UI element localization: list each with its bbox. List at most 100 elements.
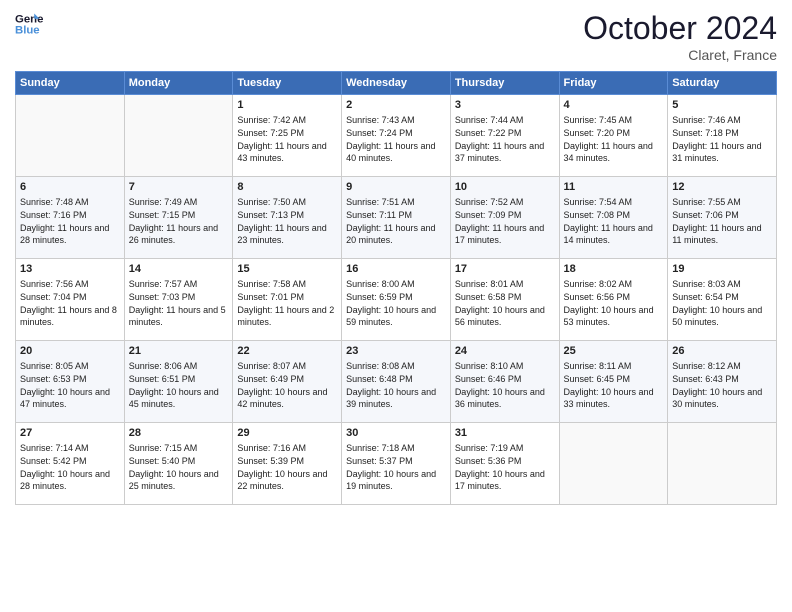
sunrise-text: Sunrise: 8:11 AM [564,361,632,371]
sunrise-text: Sunrise: 7:16 AM [237,443,306,453]
sunset-text: Sunset: 7:04 PM [20,292,87,302]
calendar-week-1: 1Sunrise: 7:42 AMSunset: 7:25 PMDaylight… [16,95,777,177]
day-number: 11 [564,180,664,195]
sunset-text: Sunset: 6:54 PM [672,292,739,302]
day-number: 1 [237,98,337,113]
calendar-cell: 26Sunrise: 8:12 AMSunset: 6:43 PMDayligh… [668,341,777,423]
calendar-week-5: 27Sunrise: 7:14 AMSunset: 5:42 PMDayligh… [16,423,777,505]
daylight-text: Daylight: 10 hours and 19 minutes. [346,469,436,492]
logo: General Blue [15,10,43,38]
daylight-text: Daylight: 10 hours and 33 minutes. [564,387,654,410]
calendar-cell: 12Sunrise: 7:55 AMSunset: 7:06 PMDayligh… [668,177,777,259]
calendar-cell: 21Sunrise: 8:06 AMSunset: 6:51 PMDayligh… [124,341,233,423]
calendar-cell: 18Sunrise: 8:02 AMSunset: 6:56 PMDayligh… [559,259,668,341]
sunset-text: Sunset: 7:08 PM [564,210,631,220]
sunrise-text: Sunrise: 7:14 AM [20,443,89,453]
calendar-cell [124,95,233,177]
calendar-cell: 4Sunrise: 7:45 AMSunset: 7:20 PMDaylight… [559,95,668,177]
day-number: 10 [455,180,555,195]
sunrise-text: Sunrise: 7:46 AM [672,115,741,125]
col-monday: Monday [124,72,233,95]
daylight-text: Daylight: 10 hours and 45 minutes. [129,387,219,410]
calendar-table: Sunday Monday Tuesday Wednesday Thursday… [15,71,777,505]
daylight-text: Daylight: 11 hours and 5 minutes. [129,305,226,328]
daylight-text: Daylight: 10 hours and 36 minutes. [455,387,545,410]
col-wednesday: Wednesday [342,72,451,95]
logo-icon: General Blue [15,10,43,38]
page-header: General Blue October 2024 Claret, France [15,10,777,63]
day-number: 31 [455,426,555,441]
sunset-text: Sunset: 6:49 PM [237,374,304,384]
col-friday: Friday [559,72,668,95]
sunrise-text: Sunrise: 7:49 AM [129,197,198,207]
calendar-cell: 2Sunrise: 7:43 AMSunset: 7:24 PMDaylight… [342,95,451,177]
calendar-cell: 14Sunrise: 7:57 AMSunset: 7:03 PMDayligh… [124,259,233,341]
sunrise-text: Sunrise: 8:08 AM [346,361,415,371]
sunrise-text: Sunrise: 7:51 AM [346,197,415,207]
col-sunday: Sunday [16,72,125,95]
day-number: 15 [237,262,337,277]
daylight-text: Daylight: 10 hours and 53 minutes. [564,305,654,328]
sunrise-text: Sunrise: 7:42 AM [237,115,306,125]
calendar-cell: 29Sunrise: 7:16 AMSunset: 5:39 PMDayligh… [233,423,342,505]
sunset-text: Sunset: 5:40 PM [129,456,196,466]
sunrise-text: Sunrise: 8:05 AM [20,361,89,371]
sunset-text: Sunset: 6:53 PM [20,374,87,384]
sunrise-text: Sunrise: 7:50 AM [237,197,306,207]
sunset-text: Sunset: 7:15 PM [129,210,196,220]
sunset-text: Sunset: 7:01 PM [237,292,304,302]
calendar-cell: 31Sunrise: 7:19 AMSunset: 5:36 PMDayligh… [450,423,559,505]
daylight-text: Daylight: 10 hours and 42 minutes. [237,387,327,410]
daylight-text: Daylight: 11 hours and 23 minutes. [237,223,326,246]
calendar-cell: 17Sunrise: 8:01 AMSunset: 6:58 PMDayligh… [450,259,559,341]
calendar-week-4: 20Sunrise: 8:05 AMSunset: 6:53 PMDayligh… [16,341,777,423]
day-number: 13 [20,262,120,277]
daylight-text: Daylight: 11 hours and 14 minutes. [564,223,653,246]
sunrise-text: Sunrise: 7:19 AM [455,443,524,453]
sunrise-text: Sunrise: 8:06 AM [129,361,198,371]
sunrise-text: Sunrise: 7:18 AM [346,443,415,453]
daylight-text: Daylight: 11 hours and 2 minutes. [237,305,334,328]
sunrise-text: Sunrise: 7:48 AM [20,197,89,207]
col-saturday: Saturday [668,72,777,95]
header-row: Sunday Monday Tuesday Wednesday Thursday… [16,72,777,95]
daylight-text: Daylight: 11 hours and 40 minutes. [346,141,435,164]
calendar-cell: 1Sunrise: 7:42 AMSunset: 7:25 PMDaylight… [233,95,342,177]
day-number: 4 [564,98,664,113]
daylight-text: Daylight: 11 hours and 37 minutes. [455,141,544,164]
sunrise-text: Sunrise: 7:54 AM [564,197,633,207]
sunset-text: Sunset: 6:48 PM [346,374,413,384]
sunrise-text: Sunrise: 8:10 AM [455,361,524,371]
day-number: 26 [672,344,772,359]
col-tuesday: Tuesday [233,72,342,95]
calendar-cell: 25Sunrise: 8:11 AMSunset: 6:45 PMDayligh… [559,341,668,423]
svg-text:Blue: Blue [15,25,40,37]
daylight-text: Daylight: 10 hours and 56 minutes. [455,305,545,328]
daylight-text: Daylight: 11 hours and 17 minutes. [455,223,544,246]
day-number: 6 [20,180,120,195]
calendar-cell: 20Sunrise: 8:05 AMSunset: 6:53 PMDayligh… [16,341,125,423]
calendar-cell: 5Sunrise: 7:46 AMSunset: 7:18 PMDaylight… [668,95,777,177]
day-number: 7 [129,180,229,195]
day-number: 8 [237,180,337,195]
day-number: 14 [129,262,229,277]
calendar-cell [668,423,777,505]
sunrise-text: Sunrise: 7:45 AM [564,115,633,125]
calendar-cell [559,423,668,505]
daylight-text: Daylight: 11 hours and 8 minutes. [20,305,117,328]
day-number: 28 [129,426,229,441]
calendar-cell: 28Sunrise: 7:15 AMSunset: 5:40 PMDayligh… [124,423,233,505]
day-number: 3 [455,98,555,113]
day-number: 27 [20,426,120,441]
sunset-text: Sunset: 7:16 PM [20,210,87,220]
day-number: 16 [346,262,446,277]
day-number: 5 [672,98,772,113]
daylight-text: Daylight: 10 hours and 50 minutes. [672,305,762,328]
day-number: 30 [346,426,446,441]
day-number: 2 [346,98,446,113]
daylight-text: Daylight: 10 hours and 28 minutes. [20,469,110,492]
calendar-cell: 15Sunrise: 7:58 AMSunset: 7:01 PMDayligh… [233,259,342,341]
sunset-text: Sunset: 6:59 PM [346,292,413,302]
sunrise-text: Sunrise: 8:03 AM [672,279,741,289]
day-number: 29 [237,426,337,441]
